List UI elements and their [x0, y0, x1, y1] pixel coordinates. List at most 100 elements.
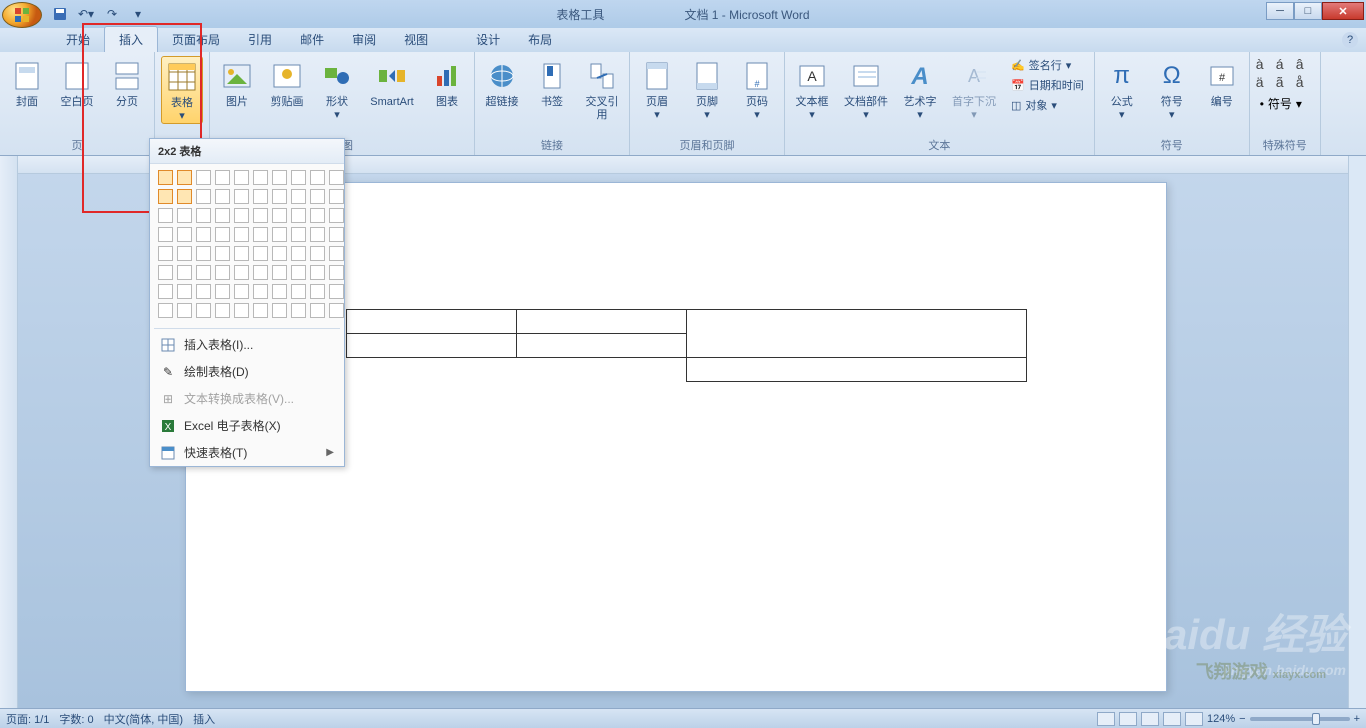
grid-cell[interactable]: [158, 284, 173, 299]
grid-cell[interactable]: [253, 227, 268, 242]
grid-cell[interactable]: [310, 208, 325, 223]
zoom-out-button[interactable]: −: [1239, 713, 1245, 725]
grid-cell[interactable]: [158, 303, 173, 318]
tab-insert[interactable]: 插入: [104, 26, 158, 52]
grid-cell[interactable]: [177, 189, 192, 204]
header-button[interactable]: 页眉▾: [636, 56, 678, 122]
grid-cell[interactable]: [291, 284, 306, 299]
symbol-button[interactable]: Ω符号▾: [1151, 56, 1193, 122]
grid-cell[interactable]: [329, 284, 344, 299]
status-mode[interactable]: 插入: [193, 711, 215, 727]
view-outline[interactable]: [1163, 712, 1181, 726]
status-words[interactable]: 字数: 0: [59, 711, 93, 727]
grid-cell[interactable]: [196, 208, 211, 223]
cover-page-button[interactable]: 封面: [6, 56, 48, 109]
bookmark-button[interactable]: 书签: [531, 56, 573, 109]
insert-table-item[interactable]: 插入表格(I)...: [150, 331, 344, 358]
grid-cell[interactable]: [177, 284, 192, 299]
shapes-button[interactable]: 形状▾: [316, 56, 358, 122]
grid-cell[interactable]: [272, 284, 287, 299]
grid-cell[interactable]: [234, 189, 249, 204]
grid-cell[interactable]: [177, 208, 192, 223]
grid-cell[interactable]: [234, 170, 249, 185]
footer-button[interactable]: 页脚▾: [686, 56, 728, 122]
grid-cell[interactable]: [215, 265, 230, 280]
grid-cell[interactable]: [253, 265, 268, 280]
qat-more-icon[interactable]: ▾: [128, 4, 148, 24]
grid-cell[interactable]: [177, 303, 192, 318]
grid-cell[interactable]: [215, 284, 230, 299]
grid-cell[interactable]: [158, 189, 173, 204]
tab-design[interactable]: 设计: [462, 27, 514, 52]
tab-layout[interactable]: 布局: [514, 27, 566, 52]
grid-cell[interactable]: [272, 208, 287, 223]
quick-table-item[interactable]: 快速表格(T)▶: [150, 439, 344, 466]
grid-cell[interactable]: [158, 227, 173, 242]
grid-cell[interactable]: [272, 170, 287, 185]
grid-cell[interactable]: [215, 246, 230, 261]
grid-cell[interactable]: [196, 303, 211, 318]
table-button[interactable]: 表格▾: [161, 56, 203, 124]
grid-cell[interactable]: [291, 246, 306, 261]
textbox-button[interactable]: A文本框▾: [791, 56, 833, 122]
status-language[interactable]: 中文(简体, 中国): [104, 711, 183, 727]
grid-cell[interactable]: [291, 265, 306, 280]
undo-icon[interactable]: ↶▾: [76, 4, 96, 24]
grid-cell[interactable]: [272, 227, 287, 242]
grid-cell[interactable]: [329, 208, 344, 223]
grid-cell[interactable]: [196, 284, 211, 299]
grid-cell[interactable]: [234, 303, 249, 318]
grid-cell[interactable]: [329, 189, 344, 204]
grid-cell[interactable]: [253, 284, 268, 299]
help-icon[interactable]: ?: [1342, 32, 1358, 48]
view-full-screen[interactable]: [1119, 712, 1137, 726]
grid-cell[interactable]: [196, 227, 211, 242]
grid-cell[interactable]: [234, 265, 249, 280]
grid-cell[interactable]: [196, 246, 211, 261]
grid-cell[interactable]: [272, 246, 287, 261]
vertical-scrollbar[interactable]: [1348, 156, 1366, 708]
grid-cell[interactable]: [177, 227, 192, 242]
grid-cell[interactable]: [310, 246, 325, 261]
smartart-button[interactable]: SmartArt: [366, 56, 418, 109]
grid-cell[interactable]: [177, 170, 192, 185]
grid-cell[interactable]: [215, 189, 230, 204]
tab-mailings[interactable]: 邮件: [286, 27, 338, 52]
grid-cell[interactable]: [215, 208, 230, 223]
grid-cell[interactable]: [158, 208, 173, 223]
excel-table-item[interactable]: XExcel 电子表格(X): [150, 412, 344, 439]
clipart-button[interactable]: 剪贴画: [266, 56, 308, 109]
grid-cell[interactable]: [329, 246, 344, 261]
grid-cell[interactable]: [329, 170, 344, 185]
symbol-palette[interactable]: àáâäãå: [1256, 56, 1314, 90]
number-button[interactable]: #编号: [1201, 56, 1243, 109]
page-break-button[interactable]: 分页: [106, 56, 148, 109]
grid-cell[interactable]: [310, 284, 325, 299]
grid-cell[interactable]: [234, 227, 249, 242]
grid-cell[interactable]: [196, 189, 211, 204]
tab-page-layout[interactable]: 页面布局: [158, 27, 234, 52]
status-page[interactable]: 页面: 1/1: [6, 711, 49, 727]
grid-cell[interactable]: [158, 170, 173, 185]
office-button[interactable]: [2, 2, 42, 28]
grid-cell[interactable]: [196, 265, 211, 280]
grid-cell[interactable]: [310, 227, 325, 242]
blank-page-button[interactable]: 空白页: [56, 56, 98, 109]
picture-button[interactable]: 图片: [216, 56, 258, 109]
grid-cell[interactable]: [253, 246, 268, 261]
save-icon[interactable]: [50, 4, 70, 24]
tab-view[interactable]: 视图: [390, 27, 442, 52]
grid-cell[interactable]: [215, 303, 230, 318]
tab-home[interactable]: 开始: [52, 27, 104, 52]
grid-cell[interactable]: [310, 265, 325, 280]
grid-cell[interactable]: [310, 189, 325, 204]
hyperlink-button[interactable]: 超链接: [481, 56, 523, 109]
grid-cell[interactable]: [291, 303, 306, 318]
view-print-layout[interactable]: [1097, 712, 1115, 726]
grid-cell[interactable]: [215, 227, 230, 242]
view-draft[interactable]: [1185, 712, 1203, 726]
grid-cell[interactable]: [253, 208, 268, 223]
view-web-layout[interactable]: [1141, 712, 1159, 726]
grid-cell[interactable]: [291, 227, 306, 242]
minimize-button[interactable]: ─: [1266, 2, 1294, 20]
